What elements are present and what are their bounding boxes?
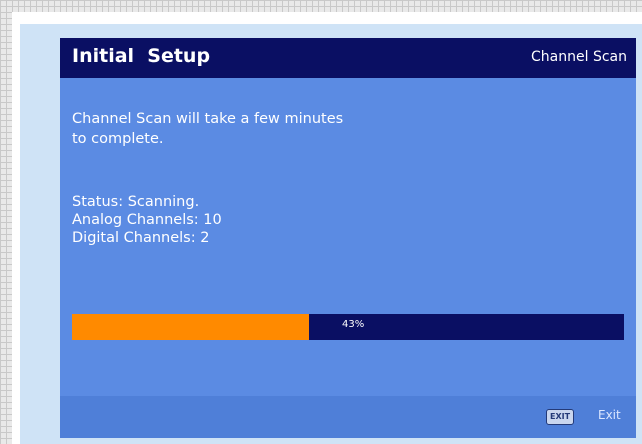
setup-screen: Initial Setup Channel Scan Channel Scan … xyxy=(60,38,636,438)
scan-message: Channel Scan will take a few minutes to … xyxy=(72,111,344,147)
analog-channels-count: Analog Channels: 10 xyxy=(72,212,222,228)
digital-channels-count: Digital Channels: 2 xyxy=(72,230,210,246)
exit-button[interactable]: Exit xyxy=(598,408,621,422)
section-title: Channel Scan xyxy=(531,49,627,65)
scan-progress-label: 43% xyxy=(342,319,365,330)
exit-key-icon: EXIT xyxy=(546,409,575,425)
scan-progress-fill xyxy=(72,314,310,340)
title-bar: Initial Setup Channel Scan xyxy=(60,38,636,78)
bottom-bar: EXIT Exit xyxy=(60,396,636,438)
scan-progress-bar: 43% xyxy=(72,314,624,340)
scan-status: Status: Scanning. xyxy=(72,194,200,210)
page-title: Initial Setup xyxy=(72,45,211,67)
